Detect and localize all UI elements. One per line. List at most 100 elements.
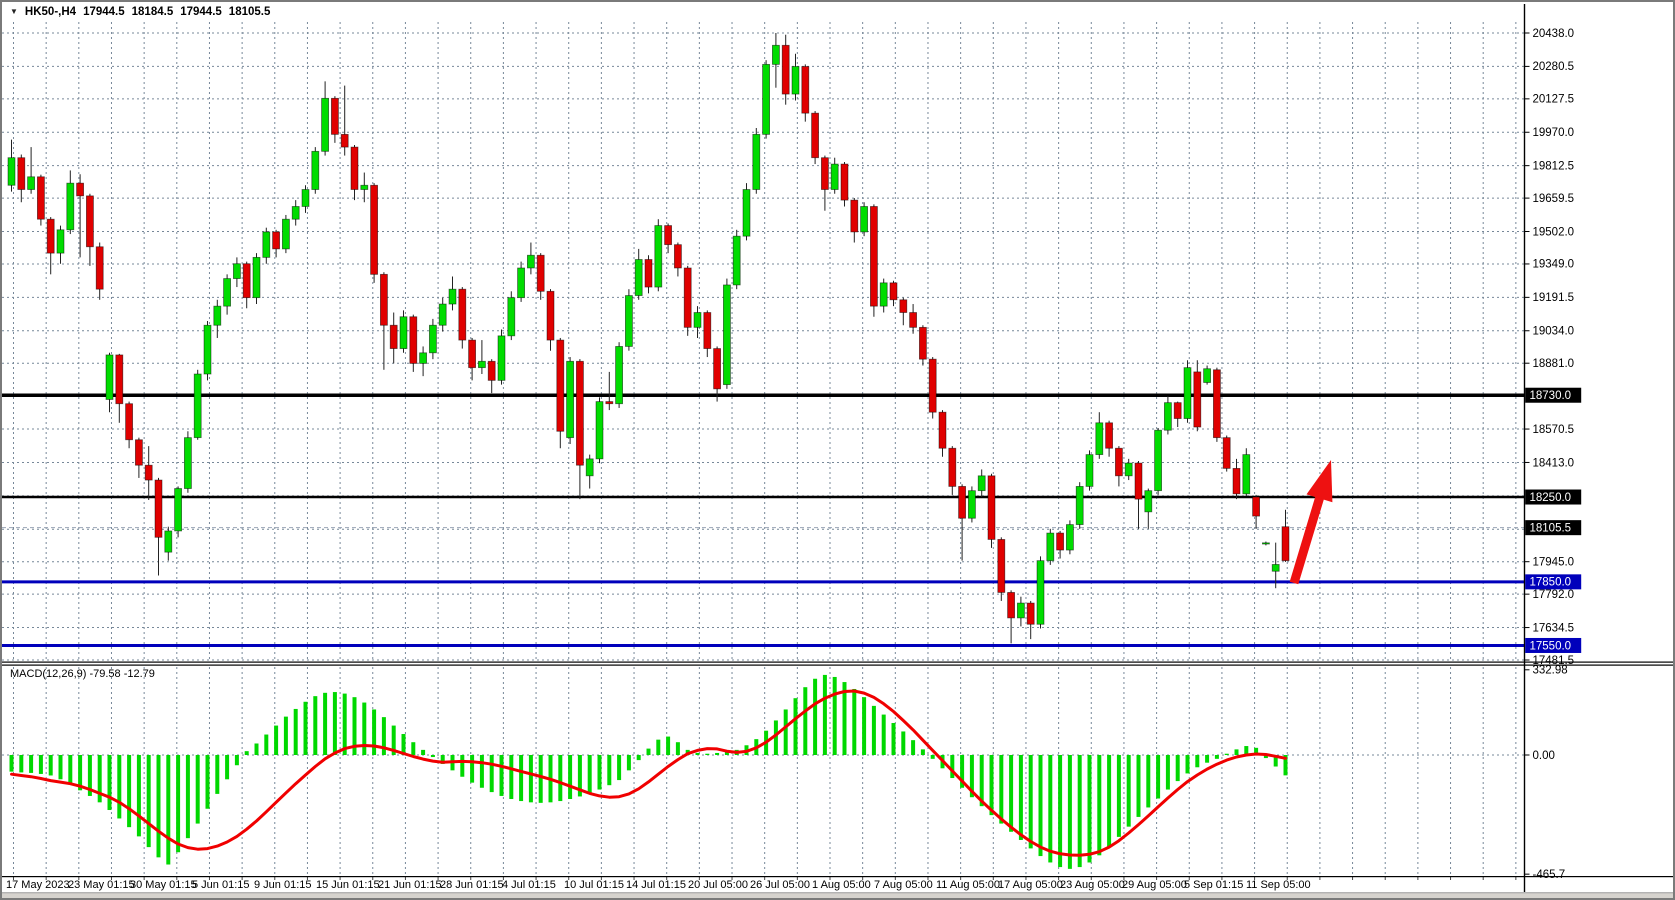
candle-up (1145, 491, 1152, 512)
candle-up (194, 374, 201, 438)
candle-down (390, 325, 397, 348)
candle-down (870, 206, 877, 306)
candle-down (351, 147, 358, 189)
candle-up (527, 255, 534, 268)
candle-up (1272, 564, 1279, 571)
time-tick-label: 17 May 2023 (6, 879, 70, 891)
candle-up (233, 264, 240, 279)
time-axis[interactable]: 17 May 202323 May 01:1530 May 01:155 Jun… (6, 879, 1311, 891)
candle-down (155, 480, 162, 537)
price-badge-label: 18250.0 (1530, 492, 1572, 504)
price-tick-label: 20438.0 (1533, 28, 1575, 40)
candle-up (567, 361, 574, 437)
candle-up (1076, 486, 1083, 524)
price-tick-label: 19191.5 (1533, 292, 1575, 304)
time-tick-label: 15 Jun 01:15 (316, 879, 380, 891)
time-tick-label: 11 Sep 05:00 (1246, 879, 1311, 891)
price-tick-label: 19659.5 (1533, 193, 1575, 205)
candle-up (1017, 603, 1024, 618)
price-badge-label: 18730.0 (1530, 390, 1572, 402)
candle-down (1253, 497, 1260, 516)
candle-up (1155, 430, 1162, 490)
candle-down (1135, 463, 1142, 499)
time-tick-label: 30 May 01:15 (130, 879, 197, 891)
candle-down (1106, 423, 1113, 448)
candle-up (1037, 561, 1044, 625)
candle-up (694, 313, 701, 328)
price-tick-label: 17634.5 (1533, 622, 1575, 634)
time-tick-label: 29 Aug 05:00 (1122, 879, 1187, 891)
candle-up (478, 361, 485, 367)
candle-down (47, 219, 54, 253)
time-tick-label: 23 Aug 05:00 (1060, 879, 1125, 891)
time-tick-label: 5 Jun 01:15 (192, 879, 250, 891)
price-tick-label: 18413.0 (1533, 457, 1575, 469)
candle-down (1223, 438, 1230, 469)
price-tick-label: 20127.5 (1533, 94, 1575, 106)
bottom-strip (2, 893, 1675, 900)
chart-canvas[interactable]: 20438.020280.520127.519970.019812.519659… (2, 2, 1675, 900)
candle-up (498, 336, 505, 381)
candle-up (1243, 455, 1250, 494)
candle-down (900, 300, 907, 313)
candle-down (782, 45, 789, 94)
candle-down (547, 291, 554, 340)
candle-up (439, 304, 446, 325)
candle-up (978, 476, 985, 491)
candle-down (812, 113, 819, 158)
candle-down (851, 200, 858, 232)
candle-up (518, 268, 525, 298)
candle-down (1174, 403, 1181, 419)
candle-down (410, 317, 417, 364)
candle-up (28, 177, 35, 190)
candle-down (802, 67, 809, 114)
candle-down (537, 255, 544, 291)
price-tick-label: 19970.0 (1533, 127, 1575, 139)
chart-window: 20438.020280.520127.519970.019812.519659… (0, 0, 1675, 900)
time-tick-label: 10 Jul 01:15 (564, 879, 624, 891)
candle-down (371, 185, 378, 274)
candle-down (126, 404, 133, 440)
candle-up (792, 67, 799, 95)
candle-up (429, 325, 436, 353)
price-tick-label: 19502.0 (1533, 226, 1575, 238)
candle-down (576, 361, 583, 465)
candle-down (18, 158, 25, 190)
candle-down (1008, 592, 1015, 617)
candle-up (184, 438, 191, 489)
candle-up (586, 459, 593, 476)
candle-down (704, 313, 711, 349)
time-tick-label: 26 Jul 05:00 (750, 879, 810, 891)
price-tick-label: 19034.0 (1533, 326, 1575, 338)
candle-down (469, 340, 476, 368)
candle-down (380, 274, 387, 325)
time-tick-label: 7 Aug 05:00 (874, 879, 933, 891)
candle-up (763, 64, 770, 134)
candle-down (145, 465, 152, 480)
price-tick-label: 20280.5 (1533, 61, 1575, 73)
candle-up (1047, 533, 1054, 561)
candle-up (292, 206, 299, 219)
candle-up (253, 257, 260, 297)
candle-up (1066, 525, 1073, 550)
candle-down (890, 283, 897, 300)
candle-up (361, 185, 368, 189)
candle-down (959, 486, 966, 518)
candle-up (1164, 403, 1171, 431)
time-tick-label: 14 Jul 01:15 (626, 879, 686, 891)
candle-down (1282, 527, 1289, 561)
candle-up (420, 353, 427, 364)
candle-up (214, 306, 221, 325)
candle-up (616, 346, 623, 403)
candle-up (282, 219, 289, 249)
candle-up (1096, 423, 1103, 455)
candle-up (831, 164, 838, 189)
macd-axis-label: -465.7 (1533, 869, 1566, 881)
chart-background (2, 2, 1675, 900)
candle-up (1262, 543, 1269, 544)
candle-up (449, 289, 456, 304)
time-tick-label: 4 Jul 01:15 (502, 879, 556, 891)
candle-down (1027, 603, 1034, 624)
candle-down (96, 247, 103, 289)
candle-up (508, 298, 515, 336)
